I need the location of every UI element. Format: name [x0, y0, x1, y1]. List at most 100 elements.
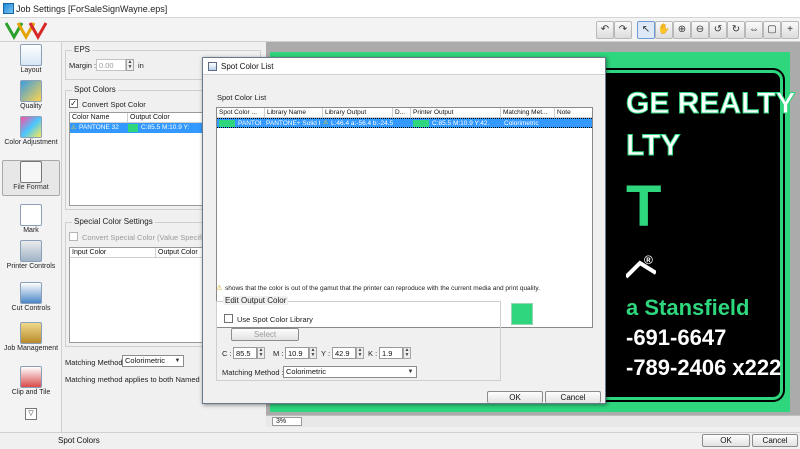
spot-color-cell: PANTOI [238, 120, 262, 127]
rotate-right-icon[interactable]: ↻ [727, 21, 745, 39]
zoom-plus-icon[interactable]: + [781, 21, 799, 39]
zoom-level[interactable]: 3% [272, 417, 302, 426]
dialog-cancel-button[interactable]: Cancel [545, 391, 601, 403]
y-input[interactable]: 42.9 [332, 347, 356, 359]
pointer-icon[interactable]: ↖ [637, 21, 655, 39]
sidebar-item-label: File Format [13, 184, 49, 191]
sidebar-item-label: Layout [20, 67, 42, 74]
y-label: Y : [321, 349, 331, 358]
k-spinner[interactable]: ▲ ▼ [403, 347, 411, 359]
margin-spinner[interactable]: ▲ ▼ [126, 59, 134, 71]
sidebar-item-label: Cut Controls [11, 305, 51, 312]
warning-icon: ⚠ [323, 120, 329, 126]
spot-color-name: PANTONE 32 [79, 124, 119, 131]
warning-icon: ⚠ [216, 285, 223, 292]
library-output-cell: L:46.4 a:-56.4 b:-24.5 [331, 120, 394, 127]
matching-method-select[interactable]: Colorimetric ▼ [122, 355, 184, 367]
margin-input[interactable]: 0.00 [96, 59, 126, 71]
spot-colors-title: Spot Colors [72, 85, 118, 94]
sidebar-item-clip-tile[interactable]: Clip and Tile [2, 366, 60, 396]
logo-icon [4, 22, 48, 40]
column-header: Spot Color ... [217, 108, 265, 118]
margin-unit: in [138, 61, 144, 70]
convert-spot-color-checkbox[interactable]: ✓ [69, 99, 78, 108]
column-header: Library Output [323, 108, 393, 118]
sidebar-item-label: Quality [20, 103, 42, 110]
chevron-down-icon: ▼ [174, 358, 181, 364]
cancel-button[interactable]: Cancel [752, 434, 798, 447]
edit-matching-method-select[interactable]: Colorimetric ▼ [283, 366, 417, 378]
sidebar-item-mark[interactable]: Mark [2, 204, 60, 234]
sign-line: a Stansfield [626, 295, 750, 320]
use-spot-color-library-label: Use Spot Color Library [237, 315, 313, 324]
sidebar-item-label: Clip and Tile [11, 389, 51, 396]
column-header: Matching Met... [501, 108, 555, 118]
job-management-icon [20, 322, 42, 344]
cut-controls-icon [20, 282, 42, 304]
sidebar-item-quality[interactable]: Quality [2, 80, 60, 110]
printer-output-cell: C:85.5 M:10.9 Y:42. [432, 120, 490, 127]
convert-special-color-label: Convert Special Color (Value Specified D [82, 233, 219, 242]
matching-method-cell: Colorimetric [504, 120, 539, 127]
k-input[interactable]: 1.9 [379, 347, 403, 359]
sidebar-item-label: Mark [23, 227, 39, 234]
house-logo-icon [626, 260, 656, 279]
sign-line: -691-6647 [626, 325, 727, 350]
m-input[interactable]: 10.9 [285, 347, 309, 359]
dialog-title-bar: Spot Color List [203, 58, 605, 75]
sidebar-item-color-adjustment[interactable]: Color Adjustment [2, 116, 60, 146]
printer-controls-icon [20, 240, 42, 262]
zoom-in-icon[interactable]: ⊕ [673, 21, 691, 39]
select-button[interactable]: Select [231, 328, 299, 341]
printer-color-swatch [413, 120, 429, 127]
column-header: Note [555, 108, 592, 118]
mark-icon [20, 204, 42, 226]
spot-color-list-label: Spot Color List [217, 93, 267, 102]
sidebar-item-label: Color Adjustment [4, 139, 58, 146]
convert-special-color-checkbox[interactable] [69, 232, 78, 241]
m-spinner[interactable]: ▲ ▼ [309, 347, 317, 359]
eps-group-title: EPS [72, 45, 93, 54]
ok-button[interactable]: OK [702, 434, 750, 447]
warning-icon: ⚠ [71, 125, 77, 131]
zoom-out-icon[interactable]: ⊖ [691, 21, 709, 39]
k-label: K : [368, 349, 378, 358]
redo-icon[interactable]: ↷ [614, 21, 632, 39]
hand-icon[interactable]: ✋ [655, 21, 673, 39]
color-swatch [128, 124, 138, 132]
use-spot-color-library-checkbox[interactable] [224, 314, 233, 323]
dialog-title: Spot Color List [221, 62, 274, 71]
sign-line: T [626, 174, 662, 239]
app-icon [3, 3, 14, 14]
special-color-title: Special Color Settings [72, 217, 155, 226]
column-header: Library Name [265, 108, 323, 118]
sidebar-item-job-management[interactable]: Job Management [2, 322, 60, 352]
sidebar-item-cut-controls[interactable]: Cut Controls [2, 282, 60, 312]
chevron-down-icon: ▼ [407, 369, 414, 375]
library-name-cell: PANTONE+ Solid I [266, 120, 321, 127]
dialog-icon [208, 62, 217, 71]
y-spinner[interactable]: ▲ ▼ [356, 347, 364, 359]
spot-color-list-dialog: Spot Color List Spot Color List Spot Col… [202, 57, 606, 404]
m-label: M : [273, 349, 284, 358]
edit-matching-method-value: Colorimetric [286, 367, 327, 376]
rotate-left-icon[interactable]: ↺ [709, 21, 727, 39]
undo-icon[interactable]: ↶ [596, 21, 614, 39]
dialog-ok-button[interactable]: OK [487, 391, 543, 403]
toolbar: ↶ ↷ ↖ ✋ ⊕ ⊖ ↺ ↻ ⇔ ▢ + [0, 18, 800, 42]
fit-page-icon[interactable]: ▢ [763, 21, 781, 39]
matching-method-note: Matching method applies to both Named an… [65, 375, 222, 384]
table-row[interactable]: PANTOI PANTONE+ Solid I ⚠ L:46.4 a:-56.4… [217, 118, 592, 128]
sidebar-item-printer-controls[interactable]: Printer Controls [2, 240, 60, 270]
clip-tile-icon [20, 366, 42, 388]
sidebar-item-layout[interactable]: Layout [2, 44, 60, 74]
sidebar-scroll-down[interactable]: ▽ [2, 408, 60, 428]
column-header: Printer Output [411, 108, 501, 118]
c-spinner[interactable]: ▲ ▼ [257, 347, 265, 359]
sign-line: LTY [625, 129, 681, 163]
sidebar-item-file-format[interactable]: File Format [2, 160, 60, 196]
column-header: Input Color [70, 248, 156, 258]
c-label: C : [222, 349, 232, 358]
fit-width-icon[interactable]: ⇔ [745, 21, 763, 39]
c-input[interactable]: 85.5 [233, 347, 257, 359]
